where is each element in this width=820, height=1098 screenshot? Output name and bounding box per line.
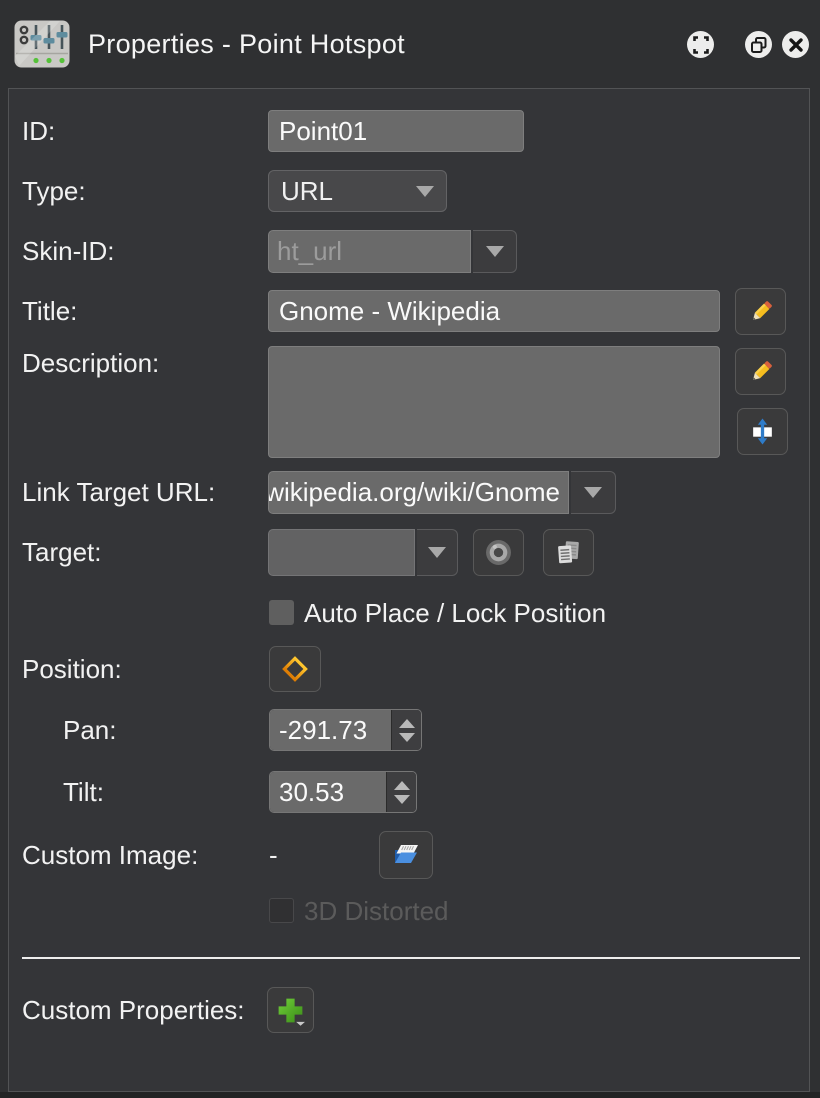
- link-target-url-combo: wikipedia.org/wiki/Gnome: [268, 471, 616, 514]
- target-dropdown-button[interactable]: [417, 529, 458, 576]
- choose-custom-image-button[interactable]: [379, 831, 433, 879]
- spin-down-icon: [399, 733, 415, 742]
- edit-title-button[interactable]: [735, 288, 786, 335]
- auto-place-checkbox[interactable]: [269, 600, 294, 625]
- type-label: Type:: [22, 170, 86, 212]
- position-label: Position:: [22, 646, 122, 692]
- window-title: Properties - Point Hotspot: [88, 0, 405, 88]
- type-dropdown-value: URL: [281, 176, 333, 207]
- target-value[interactable]: [268, 529, 415, 576]
- open-folder-icon: [391, 842, 421, 868]
- close-x-icon: [783, 32, 809, 58]
- title-input[interactable]: Gnome - Wikipedia: [268, 290, 720, 332]
- skin-id-combo: ht_url: [268, 230, 517, 273]
- link-target-url-dropdown-button[interactable]: [571, 471, 616, 514]
- spin-up-icon: [399, 719, 415, 728]
- pan-label: Pan:: [63, 709, 117, 751]
- detach-frame-icon: [688, 32, 714, 58]
- distorted-3d-label: 3D Distorted: [304, 893, 449, 929]
- tilt-spinner: 30.53: [269, 771, 417, 813]
- type-dropdown[interactable]: URL: [268, 170, 447, 212]
- pan-spinner: -291.73: [269, 709, 422, 751]
- target-combo: [268, 529, 458, 576]
- skin-id-value: ht_url: [268, 230, 471, 273]
- target-label: Target:: [22, 529, 102, 576]
- duplicate-windows-icon: [746, 32, 772, 58]
- chevron-down-icon: [428, 547, 446, 558]
- auto-place-label: Auto Place / Lock Position: [304, 595, 606, 631]
- diamond-icon: [280, 654, 310, 684]
- window-bottom-edge: [0, 1092, 820, 1098]
- custom-image-value: -: [269, 831, 278, 879]
- id-label: ID:: [22, 110, 55, 152]
- pan-spin-buttons[interactable]: [391, 710, 421, 750]
- section-divider: [22, 957, 800, 959]
- tilt-spin-buttons[interactable]: [386, 772, 416, 812]
- description-textarea[interactable]: [268, 346, 720, 458]
- chevron-down-icon: [416, 186, 434, 197]
- mixer-sliders-icon: [14, 20, 70, 68]
- detach-window-button[interactable]: [687, 31, 714, 58]
- spin-up-icon: [394, 781, 410, 790]
- properties-window: Properties - Point Hotspot ID: Point: [0, 0, 820, 1098]
- documents-copy-icon: [555, 539, 582, 566]
- properties-panel: ID: Point01 Type: URL Skin-ID: ht_url Ti…: [8, 88, 810, 1092]
- copy-target-button[interactable]: [543, 529, 594, 576]
- title-label: Title:: [22, 290, 77, 332]
- description-label: Description:: [22, 346, 159, 380]
- skin-id-label: Skin-ID:: [22, 230, 114, 273]
- titlebar: Properties - Point Hotspot: [0, 0, 820, 88]
- distorted-3d-checkbox: [269, 898, 294, 923]
- pan-input[interactable]: -291.73: [270, 710, 391, 750]
- set-position-button[interactable]: [269, 646, 321, 692]
- custom-properties-label: Custom Properties:: [22, 987, 245, 1033]
- link-target-url-label: Link Target URL:: [22, 471, 215, 514]
- spin-down-icon: [394, 795, 410, 804]
- id-input[interactable]: Point01: [268, 110, 524, 152]
- edit-description-button[interactable]: [735, 348, 786, 395]
- tilt-input[interactable]: 30.53: [270, 772, 386, 812]
- close-window-button[interactable]: [782, 31, 809, 58]
- pencil-icon: [747, 298, 775, 326]
- vertical-resize-arrow-icon: [749, 418, 776, 445]
- add-custom-property-button[interactable]: [267, 987, 314, 1033]
- pencil-icon: [747, 358, 775, 386]
- tilt-label: Tilt:: [63, 771, 104, 813]
- duplicate-window-button[interactable]: [745, 31, 772, 58]
- chevron-down-icon: [584, 487, 602, 498]
- skin-id-dropdown-button[interactable]: [473, 230, 517, 273]
- link-target-url-input[interactable]: wikipedia.org/wiki/Gnome: [268, 471, 569, 514]
- target-rings-icon: [485, 539, 512, 566]
- green-plus-icon: [275, 995, 306, 1026]
- resize-description-button[interactable]: [737, 408, 788, 455]
- chevron-down-icon: [486, 246, 504, 257]
- custom-image-label: Custom Image:: [22, 831, 198, 879]
- pick-target-button[interactable]: [473, 529, 524, 576]
